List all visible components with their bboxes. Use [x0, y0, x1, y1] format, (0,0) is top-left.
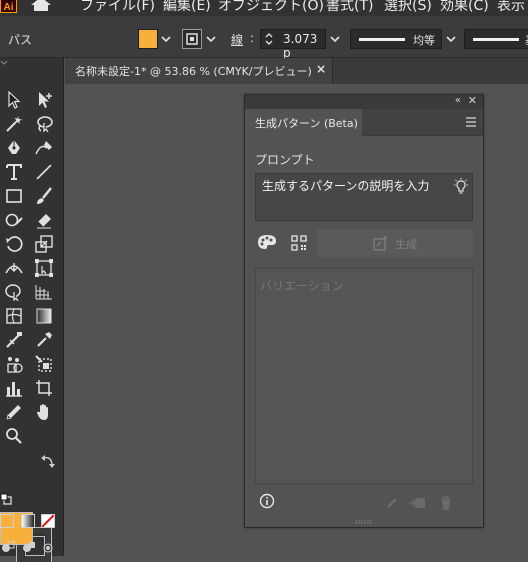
chevron-down-icon[interactable]: [329, 32, 341, 46]
fill-swatch[interactable]: [138, 29, 158, 49]
lightbulb-icon[interactable]: [453, 178, 469, 194]
free-transform-tool[interactable]: [33, 257, 55, 279]
tools-panel: [0, 58, 64, 562]
rectangle-tool[interactable]: [3, 185, 25, 207]
mesh-tool[interactable]: [3, 305, 25, 327]
home-icon[interactable]: [31, 0, 51, 15]
draw-inside-icon[interactable]: [41, 540, 57, 554]
menu-effect[interactable]: 効果(C): [440, 0, 489, 15]
lasso-tool[interactable]: [33, 113, 55, 135]
menu-view[interactable]: 表示: [497, 0, 525, 15]
profile-label: 均等: [413, 34, 435, 47]
stroke-swatch[interactable]: [182, 29, 202, 49]
trash-icon[interactable]: [439, 495, 453, 511]
swap-fill-stroke-icon[interactable]: [41, 454, 55, 468]
menu-bar: Ai ファイル(F) 編集(E) オブジェクト(O) 書式(T) 選択(S) 効…: [0, 0, 528, 16]
gradient-mode-button[interactable]: [21, 514, 35, 528]
panel-tab-row: 生成パターン (Beta): [245, 109, 483, 136]
panel-resize-grip[interactable]: [355, 519, 373, 525]
menu-select[interactable]: 選択(S): [384, 0, 432, 15]
type-tool[interactable]: [3, 161, 25, 183]
magic-wand-tool[interactable]: [3, 113, 25, 135]
artboard-tool[interactable]: [33, 377, 55, 399]
generate-button[interactable]: 生成: [317, 229, 473, 257]
menu-object[interactable]: オブジェクト(O): [218, 0, 324, 15]
panel-tab-label: 生成パターン (Beta): [255, 117, 358, 130]
collapse-panel-icon[interactable]: «: [455, 95, 461, 106]
perspective-grid-tool[interactable]: [33, 281, 55, 303]
stroke-weight-field[interactable]: 3.073 p: [260, 29, 326, 60]
variations-label: バリエーション: [260, 279, 344, 293]
eraser-tool[interactable]: [33, 209, 55, 231]
gradient-tool[interactable]: [33, 305, 55, 327]
panel-menu-icon[interactable]: [465, 117, 477, 127]
close-document-icon[interactable]: ×: [316, 62, 326, 76]
info-icon[interactable]: [259, 493, 275, 509]
palette-icon[interactable]: [257, 234, 277, 250]
symbol-sprayer-tool[interactable]: [3, 353, 25, 375]
scale-tool[interactable]: [33, 233, 55, 255]
generate-icon: [373, 235, 388, 251]
menu-edit[interactable]: 編集(E): [163, 0, 211, 15]
close-panel-icon[interactable]: ✕: [468, 94, 477, 107]
spinner-icon[interactable]: [264, 32, 274, 46]
draw-behind-icon[interactable]: [21, 540, 37, 554]
shape-builder-tool[interactable]: [3, 281, 25, 303]
rotate-tool[interactable]: [3, 233, 25, 255]
blend-tool[interactable]: [3, 329, 25, 351]
slice-tool[interactable]: [33, 353, 55, 375]
tab-strip-empty: [333, 58, 528, 84]
menu-file[interactable]: ファイル(F): [80, 0, 155, 15]
pen-tool[interactable]: [3, 137, 25, 159]
eyedropper-tool[interactable]: [33, 329, 55, 351]
chevron-down-icon[interactable]: [205, 32, 217, 46]
none-mode-button[interactable]: [41, 514, 55, 528]
selection-tool[interactable]: [3, 89, 25, 111]
document-title: 名称未設定-1* @ 53.86 % (CMYK/プレビュー): [75, 65, 312, 78]
chevron-down-icon[interactable]: [160, 32, 172, 46]
prompt-label: プロンプト: [255, 153, 315, 167]
width-tool[interactable]: [3, 257, 25, 279]
prompt-placeholder: 生成するパターンの説明を入力: [262, 179, 430, 193]
stroke-label[interactable]: 線: [231, 31, 243, 48]
generate-label: 生成: [395, 238, 417, 251]
paintbrush-tool[interactable]: [33, 185, 55, 207]
curvature-tool[interactable]: [33, 137, 55, 159]
column-graph-tool[interactable]: [3, 377, 25, 399]
chevron-down-icon[interactable]: [445, 32, 457, 46]
zoom-tool[interactable]: [3, 425, 25, 447]
pencil-tool[interactable]: [3, 401, 25, 423]
illustrator-logo: Ai: [0, 0, 17, 13]
toolbar-collapse-icon[interactable]: [0, 60, 8, 66]
hand-tool[interactable]: [33, 401, 55, 423]
brush-preview-line: [473, 38, 519, 41]
color-mode-button[interactable]: [0, 514, 14, 528]
stroke-preview-line: [359, 38, 405, 41]
variable-width-profile[interactable]: 均等: [350, 29, 442, 49]
tab-generative-patterns[interactable]: 生成パターン (Beta): [245, 109, 362, 136]
default-fill-stroke-icon[interactable]: [0, 493, 12, 505]
variations-area: バリエーション: [255, 268, 473, 484]
control-bar: パス 線 : 3.073 p 均等 基: [0, 16, 528, 60]
pattern-grid-icon[interactable]: [291, 235, 307, 251]
line-segment-tool[interactable]: [33, 161, 55, 183]
menu-type[interactable]: 書式(T): [326, 0, 373, 15]
panel-titlebar[interactable]: « ✕: [245, 94, 483, 109]
mode-label: パス: [8, 33, 33, 47]
brush-definition[interactable]: 基: [464, 29, 528, 49]
prompt-input[interactable]: 生成するパターンの説明を入力: [255, 173, 473, 221]
edit-pencil-icon[interactable]: [385, 496, 399, 510]
draw-normal-icon[interactable]: [0, 540, 16, 554]
generative-patterns-panel: « ✕ 生成パターン (Beta) プロンプト 生成するパターンの説明を入力 生…: [244, 94, 484, 528]
direct-selection-tool[interactable]: [33, 89, 55, 111]
stroke-colon: :: [250, 31, 255, 45]
stroke-weight-value: 3.073 p: [283, 32, 318, 60]
shaper-tool[interactable]: [3, 209, 25, 231]
document-tab[interactable]: 名称未設定-1* @ 53.86 % (CMYK/プレビュー) ×: [65, 58, 333, 84]
add-to-swatches-icon[interactable]: [409, 495, 427, 511]
